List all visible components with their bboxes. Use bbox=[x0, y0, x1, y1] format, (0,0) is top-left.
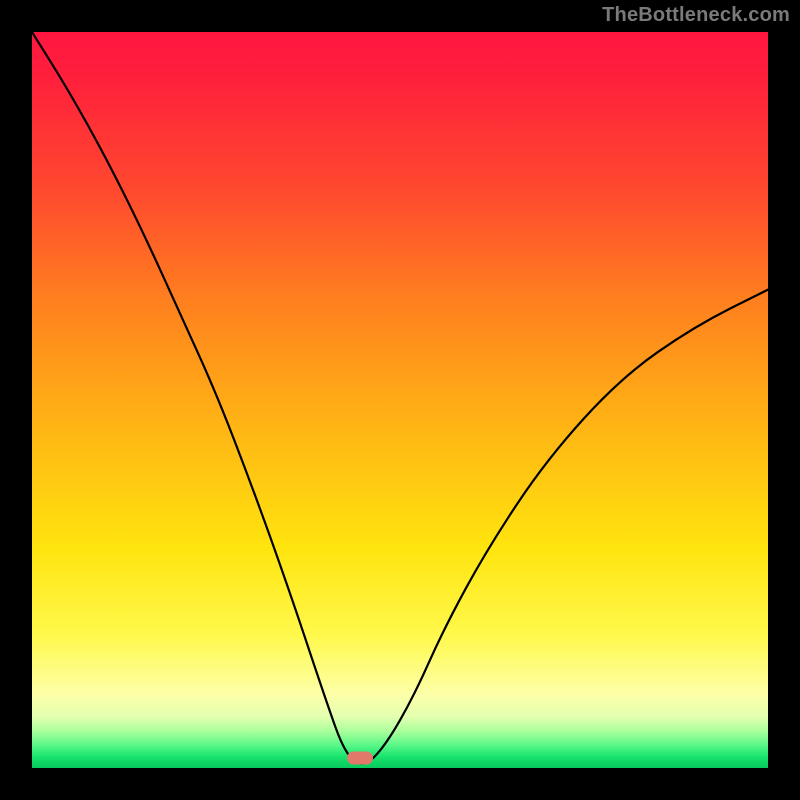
optimal-point-marker bbox=[347, 751, 373, 764]
chart-frame: TheBottleneck.com bbox=[0, 0, 800, 800]
bottleneck-curve bbox=[32, 32, 768, 768]
curve-path bbox=[32, 32, 768, 764]
watermark-text: TheBottleneck.com bbox=[602, 4, 790, 27]
plot-area bbox=[32, 32, 768, 768]
